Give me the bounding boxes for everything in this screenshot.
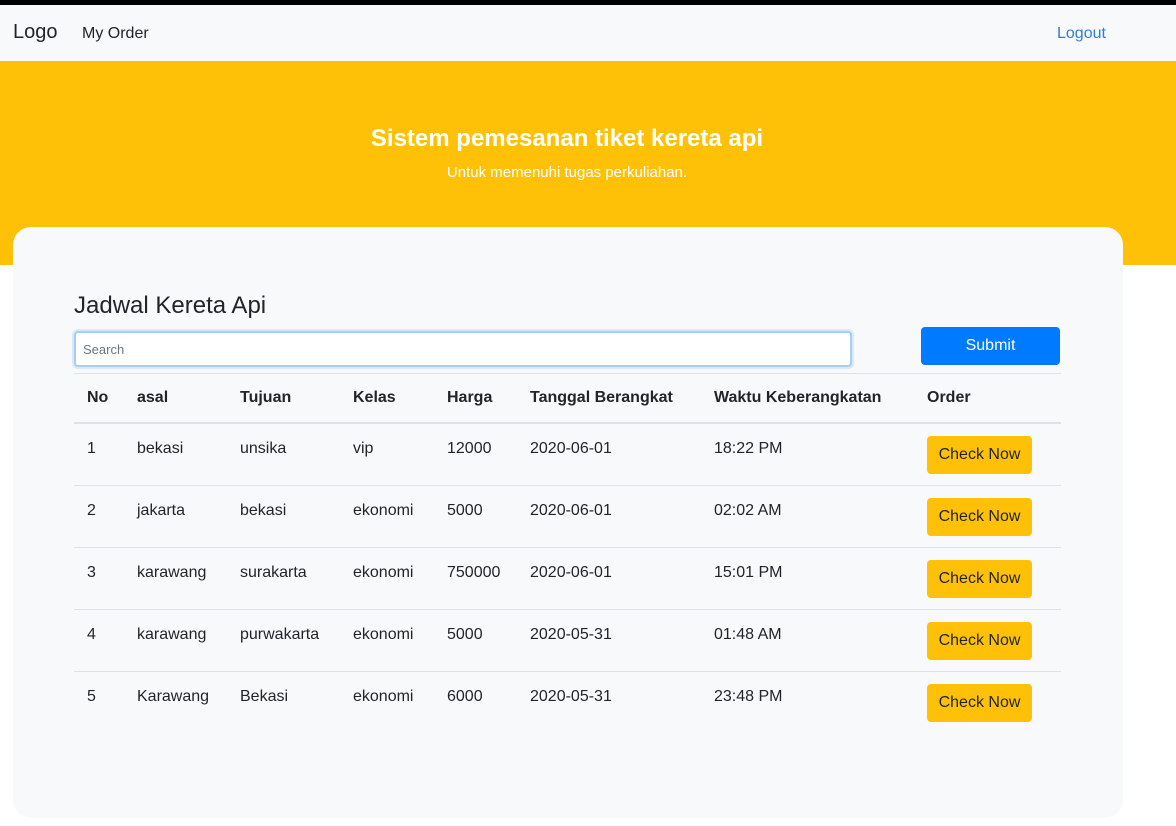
cell-no: 2 xyxy=(74,484,124,547)
cell-asal: karawang xyxy=(124,608,227,671)
table-row: 1 bekasi unsika vip 12000 2020-06-01 18:… xyxy=(74,422,1061,485)
table-header-row: No asal Tujuan Kelas Harga Tanggal Beran… xyxy=(74,373,1061,424)
column-header-no: No xyxy=(74,373,124,424)
table-header: No asal Tujuan Kelas Harga Tanggal Beran… xyxy=(74,373,1061,424)
brand-logo-link[interactable]: Logo xyxy=(13,21,58,44)
cell-tanggal: 2020-06-01 xyxy=(517,546,701,609)
cell-tanggal: 2020-06-01 xyxy=(517,484,701,547)
cell-no: 1 xyxy=(74,422,124,485)
schedule-card: Jadwal Kereta Api Submit No asal Tujuan … xyxy=(13,227,1123,818)
table-row: 3 karawang surakarta ekonomi 750000 2020… xyxy=(74,546,1061,609)
column-header-kelas: Kelas xyxy=(340,373,434,424)
cell-tanggal: 2020-05-31 xyxy=(517,608,701,671)
hero-subtitle: Untuk memenuhi tugas perkuliahan. xyxy=(446,164,688,181)
cell-harga: 750000 xyxy=(434,546,517,609)
cell-tujuan: Bekasi xyxy=(227,670,340,733)
cell-order: Check Now xyxy=(914,608,1061,671)
cell-harga: 6000 xyxy=(434,670,517,733)
column-header-harga: Harga xyxy=(434,373,517,424)
table-body: 1 bekasi unsika vip 12000 2020-06-01 18:… xyxy=(74,422,1061,733)
cell-kelas: ekonomi xyxy=(340,546,434,609)
navbar: Logo My Order Logout xyxy=(0,5,1176,61)
cell-waktu: 23:48 PM xyxy=(701,670,914,733)
cell-asal: Karawang xyxy=(124,670,227,733)
check-now-button[interactable]: Check Now xyxy=(927,436,1032,474)
cell-tujuan: bekasi xyxy=(227,484,340,547)
cell-waktu: 15:01 PM xyxy=(701,546,914,609)
cell-kelas: ekonomi xyxy=(340,484,434,547)
cell-no: 4 xyxy=(74,608,124,671)
cell-asal: karawang xyxy=(124,546,227,609)
column-header-order: Order xyxy=(914,373,1061,424)
cell-asal: bekasi xyxy=(124,422,227,485)
cell-order: Check Now xyxy=(914,484,1061,547)
cell-waktu: 02:02 AM xyxy=(701,484,914,547)
check-now-button[interactable]: Check Now xyxy=(927,497,1032,536)
check-now-button[interactable]: Check Now xyxy=(927,621,1032,660)
table-row: 5 Karawang Bekasi ekonomi 6000 2020-05-3… xyxy=(74,670,1061,733)
cell-tanggal: 2020-05-31 xyxy=(517,670,701,733)
column-header-tanggal: Tanggal Berangkat xyxy=(517,373,701,424)
cell-tujuan: purwakarta xyxy=(227,608,340,671)
cell-order: Check Now xyxy=(914,422,1061,485)
check-now-button[interactable]: Check Now xyxy=(927,683,1032,722)
hero-title: Sistem pemesanan tiket kereta api xyxy=(370,125,764,152)
submit-button[interactable]: Submit xyxy=(921,327,1060,365)
search-input[interactable] xyxy=(74,331,852,367)
cell-tujuan: unsika xyxy=(227,422,340,485)
cell-no: 5 xyxy=(74,670,124,733)
cell-tujuan: surakarta xyxy=(227,546,340,609)
cell-kelas: vip xyxy=(340,422,434,485)
schedule-table: No asal Tujuan Kelas Harga Tanggal Beran… xyxy=(74,373,1061,733)
cell-asal: jakarta xyxy=(124,484,227,547)
cell-order: Check Now xyxy=(914,670,1061,733)
check-now-button[interactable]: Check Now xyxy=(927,559,1032,598)
cell-order: Check Now xyxy=(914,546,1061,609)
cell-harga: 5000 xyxy=(434,484,517,547)
logout-link[interactable]: Logout xyxy=(1057,25,1106,43)
cell-no: 3 xyxy=(74,546,124,609)
column-header-waktu: Waktu Keberangkatan xyxy=(701,373,914,424)
cell-harga: 5000 xyxy=(434,608,517,671)
column-header-asal: asal xyxy=(124,373,227,424)
cell-harga: 12000 xyxy=(434,422,517,485)
cell-tanggal: 2020-06-01 xyxy=(517,422,701,485)
column-header-tujuan: Tujuan xyxy=(227,373,340,424)
table-row: 4 karawang purwakarta ekonomi 5000 2020-… xyxy=(74,608,1061,671)
nav-my-order-link[interactable]: My Order xyxy=(82,25,149,43)
cell-waktu: 18:22 PM xyxy=(701,422,914,485)
schedule-title: Jadwal Kereta Api xyxy=(74,292,267,319)
cell-waktu: 01:48 AM xyxy=(701,608,914,671)
cell-kelas: ekonomi xyxy=(340,608,434,671)
table-row: 2 jakarta bekasi ekonomi 5000 2020-06-01… xyxy=(74,484,1061,547)
cell-kelas: ekonomi xyxy=(340,670,434,733)
